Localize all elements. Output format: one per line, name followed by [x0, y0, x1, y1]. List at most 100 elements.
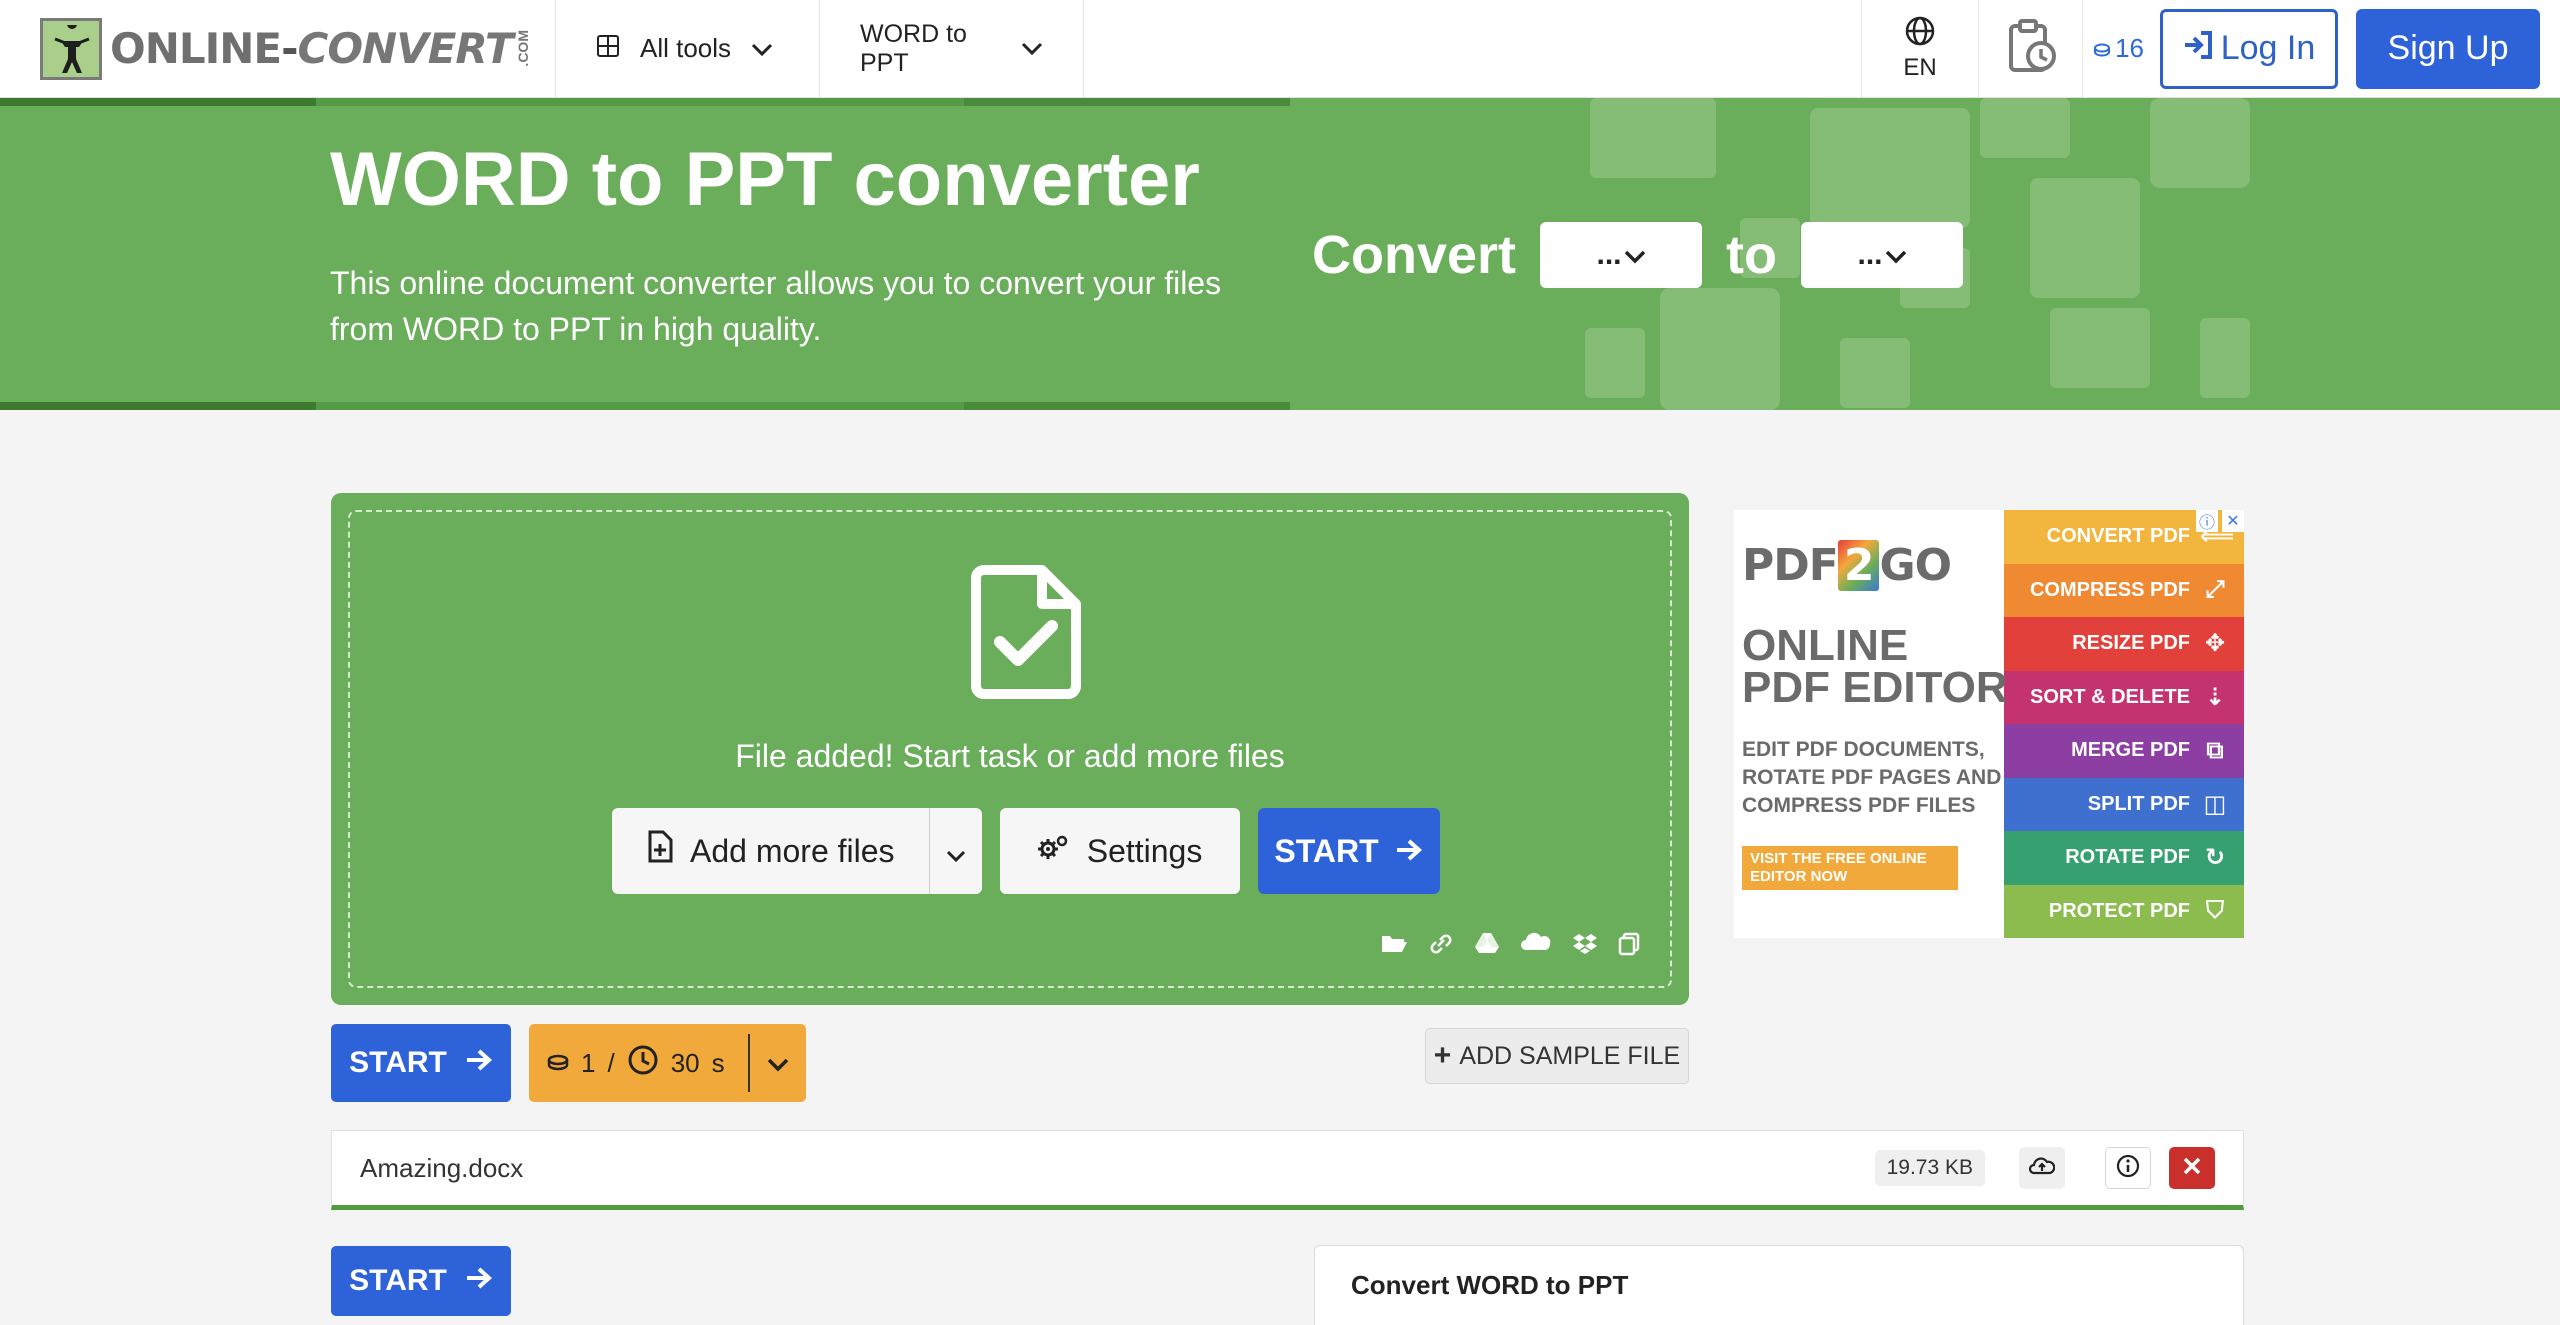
to-format-select[interactable]: ... — [1801, 222, 1963, 288]
cost-dropdown-toggle[interactable] — [750, 1048, 806, 1079]
add-more-files-button[interactable]: Add more files — [612, 808, 982, 894]
convert-label: Convert — [1312, 225, 1517, 285]
dropbox-icon[interactable] — [1572, 932, 1598, 961]
hero-stripe — [0, 98, 1290, 106]
nav-converter-dropdown[interactable]: WORD to PPT — [820, 0, 1084, 97]
chevron-down-icon — [767, 1048, 789, 1079]
add-more-files-main[interactable]: Add more files — [612, 808, 930, 894]
time-estimate-value: 30 — [670, 1047, 700, 1078]
grid-icon — [596, 33, 620, 65]
nav-all-tools-label: All tools — [640, 33, 732, 63]
upload-button-row: Add more files Settings START — [612, 808, 1440, 894]
brand-com: .COM — [514, 30, 531, 67]
page-description: This online document converter allows yo… — [330, 265, 1222, 347]
ad-band-label: RESIZE PDF — [2072, 632, 2190, 655]
to-format-value: ... — [1857, 238, 1883, 271]
globe-icon — [1904, 15, 1936, 54]
upload-status-text: File added! Start task or add more files — [735, 738, 1285, 774]
start-button-secondary[interactable]: START — [331, 1024, 511, 1102]
arrow-right-icon — [465, 1264, 493, 1298]
ad-band-label: MERGE PDF — [2071, 739, 2190, 762]
ad-band-label: PROTECT PDF — [2048, 899, 2190, 922]
ad-band-label: ROTATE PDF — [2065, 846, 2190, 869]
chevron-down-icon — [946, 833, 966, 870]
dropzone[interactable]: File added! Start task or add more files… — [348, 510, 1672, 988]
chevron-down-icon — [1624, 238, 1646, 272]
settings-label: Settings — [1086, 832, 1203, 869]
advertisement[interactable]: CONVERT PDF ⟸ COMPRESS PDF ⤢ RESIZE PDF ✥ SORT… — [1734, 510, 2244, 938]
remove-file-button[interactable] — [2169, 1147, 2215, 1189]
coins-icon — [2093, 33, 2111, 64]
ad-cta-button[interactable]: VISIT THE FREE ONLINE EDITOR NOW — [1742, 846, 1958, 890]
ad-band-icon: ◫ — [2203, 790, 2227, 818]
clock-icon — [627, 1044, 659, 1083]
google-drive-icon[interactable] — [1474, 932, 1500, 961]
page-title: WORD to PPT converter — [330, 137, 1200, 222]
link-icon[interactable] — [1428, 932, 1454, 961]
site-logo[interactable]: ONLINE-CONVERT .COM — [0, 0, 556, 97]
ad-logo: PDF 2 GO — [1742, 540, 1952, 591]
conversion-options-panel: Convert WORD to PPT — [1314, 1245, 2244, 1325]
add-sample-file-button[interactable]: + ADD SAMPLE FILE — [1425, 1028, 1689, 1084]
file-info-button[interactable] — [2105, 1147, 2151, 1189]
start-button[interactable]: START — [1257, 808, 1440, 894]
top-navbar: ONLINE-CONVERT .COM All tools WORD to PP… — [0, 0, 2560, 98]
credits-counter[interactable]: 16 — [2083, 0, 2160, 97]
time-estimate-unit: s — [711, 1047, 725, 1078]
login-button[interactable]: Log In — [2160, 8, 2338, 89]
language-selector[interactable]: EN — [1861, 0, 1980, 97]
start-label: START — [1274, 832, 1379, 869]
start-label: START — [349, 1264, 447, 1297]
format-picker: Convert ... to ... — [1312, 222, 1987, 288]
ad-band-icon: ↻ — [2204, 844, 2226, 872]
ad-info-icon[interactable]: ⓘ — [2196, 510, 2218, 532]
logo-figure-icon — [40, 17, 102, 80]
chevron-down-icon — [1021, 34, 1043, 63]
ad-headline: ONLINE PDF EDITOR — [1742, 621, 2008, 712]
ad-band-label: SPLIT PDF — [2087, 792, 2190, 815]
ad-band-label: SORT & DELETE — [2029, 685, 2190, 708]
signup-button[interactable]: Sign Up — [2356, 8, 2540, 89]
ad-band-icon: ✥ — [2204, 630, 2226, 658]
nav-all-tools[interactable]: All tools — [556, 0, 820, 97]
credit-cost-value: 1 — [581, 1047, 596, 1078]
chevron-down-icon — [1885, 238, 1907, 272]
ad-band-icon: ⇣ — [2204, 683, 2226, 711]
start-button-bottom[interactable]: START — [331, 1246, 511, 1316]
info-icon — [2116, 1154, 2140, 1183]
credits-count: 16 — [2115, 33, 2144, 63]
add-files-dropdown-toggle[interactable] — [930, 808, 982, 894]
clipboard-paste-icon[interactable] — [1618, 932, 1640, 961]
onedrive-icon[interactable] — [1520, 932, 1552, 961]
conversion-cost-badge[interactable]: 1 / 30 s — [529, 1024, 806, 1102]
ad-close-icon[interactable]: ✕ — [2222, 510, 2244, 532]
hero-stripe — [0, 402, 1290, 410]
clipboard-clock-icon — [2005, 18, 2057, 79]
folder-open-icon[interactable] — [1380, 932, 1408, 961]
start-label: START — [349, 1046, 447, 1079]
save-to-cloud-button[interactable] — [2019, 1147, 2065, 1189]
close-icon — [2183, 1157, 2201, 1180]
login-label: Log In — [2220, 29, 2316, 67]
brand-name: ONLINE-CONVERT — [110, 24, 514, 73]
cloud-upload-icon — [2028, 1156, 2056, 1181]
to-label: to — [1726, 225, 1777, 285]
signup-label: Sign Up — [2387, 29, 2509, 67]
from-format-select[interactable]: ... — [1540, 222, 1703, 288]
upload-source-icons — [1380, 932, 1640, 961]
file-list-item: Amazing.docx 19.73 KB — [331, 1130, 2244, 1210]
settings-button[interactable]: Settings — [999, 808, 1240, 894]
coins-icon — [547, 1048, 569, 1079]
add-more-files-label: Add more files — [690, 832, 895, 869]
file-plus-icon — [646, 830, 674, 872]
file-size-badge: 19.73 KB — [1874, 1150, 1985, 1186]
from-format-value: ... — [1596, 238, 1622, 271]
ad-band-icon: ⤢ — [2205, 576, 2225, 604]
sign-in-icon — [2183, 29, 2213, 68]
arrow-right-icon — [1395, 833, 1423, 870]
options-panel-title: Convert WORD to PPT — [1315, 1246, 2243, 1325]
upload-area[interactable]: File added! Start task or add more files… — [331, 493, 1689, 1005]
file-check-icon — [971, 565, 1081, 699]
history-button[interactable] — [1979, 0, 2084, 97]
